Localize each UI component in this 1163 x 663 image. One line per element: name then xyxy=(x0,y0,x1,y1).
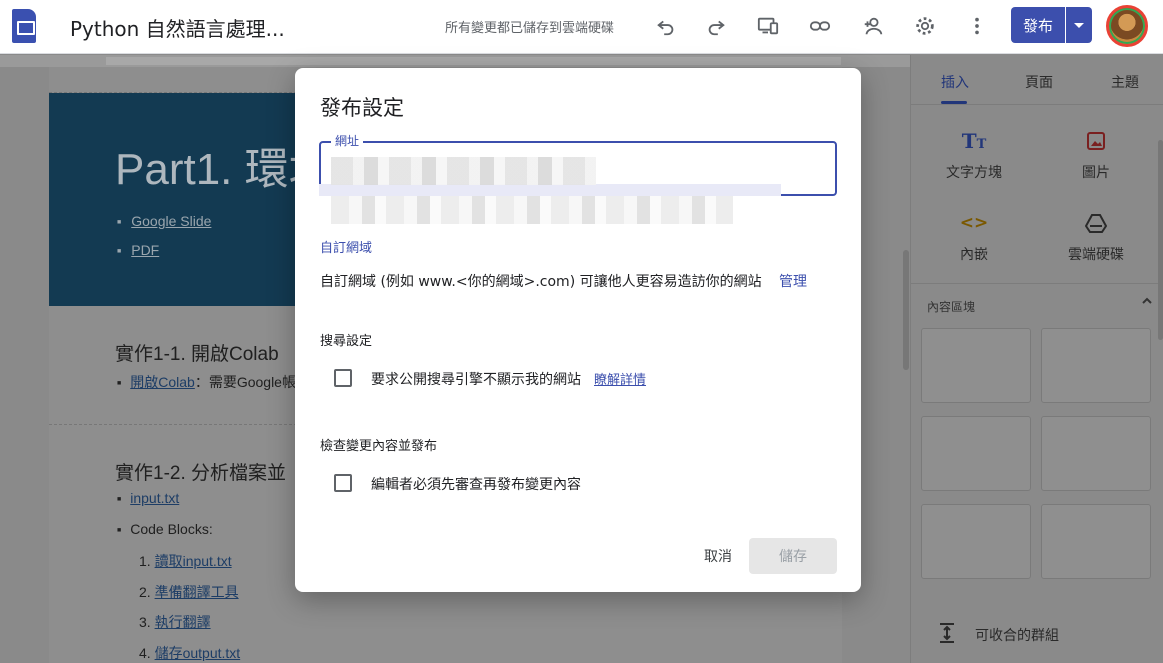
banner-link-list: Google Slide PDF xyxy=(117,213,211,271)
banner-link-google-slide[interactable]: Google Slide xyxy=(117,213,211,229)
save-button[interactable]: 儲存 xyxy=(749,538,837,574)
add-person-icon[interactable] xyxy=(858,11,888,41)
canvas-scrollbar[interactable] xyxy=(903,250,909,370)
layout-option[interactable] xyxy=(1041,328,1151,403)
step-number: 2. xyxy=(139,584,151,600)
layout-option[interactable] xyxy=(921,328,1031,403)
section1-item: ■ 開啟Colab：需要Google帳 xyxy=(117,374,296,390)
hide-from-search-label[interactable]: 要求公開搜尋引擎不顯示我的網站 xyxy=(371,369,581,389)
redo-icon[interactable] xyxy=(701,11,731,41)
link-icon[interactable] xyxy=(805,11,835,41)
active-tab-indicator xyxy=(941,101,967,104)
account-avatar[interactable] xyxy=(1106,5,1148,47)
url-selection-highlight xyxy=(319,184,781,196)
insert-collapsible-group[interactable]: 可收合的群組 xyxy=(911,617,1163,663)
tab-pages[interactable]: 頁面 xyxy=(1025,72,1053,92)
ruler-track xyxy=(106,57,841,65)
review-heading: 檢查變更內容並發布 xyxy=(320,439,438,454)
custom-domain-link[interactable]: 自訂網域 xyxy=(320,237,372,256)
document-title[interactable]: Python 自然語言處理... xyxy=(70,13,285,42)
text-box-icon: TT xyxy=(961,129,987,153)
open-colab-link[interactable]: 開啟Colab xyxy=(130,374,195,390)
step-link[interactable]: 儲存output.txt xyxy=(155,645,241,661)
top-app-bar: Python 自然語言處理... 所有變更都已儲存到雲端硬碟 發布 xyxy=(0,0,1163,54)
require-review-label[interactable]: 編輯者必須先審查再發布變更內容 xyxy=(371,474,581,494)
device-preview-icon[interactable] xyxy=(753,11,783,41)
save-status: 所有變更都已儲存到雲端硬碟 xyxy=(445,21,615,36)
sites-logo-icon[interactable] xyxy=(12,9,36,43)
right-sidebar: 插入 頁面 主題 TT 文字方塊 圖片 <> 內嵌 雲端硬碟 內容區塊 可收合的… xyxy=(910,55,1163,663)
search-settings-heading: 搜尋設定 xyxy=(320,334,373,349)
insert-image[interactable]: 圖片 xyxy=(1051,128,1141,182)
step-item: 1. 讀取input.txt xyxy=(139,551,232,571)
undo-icon[interactable] xyxy=(651,11,681,41)
section2-heading: 實作1-2. 分析檔案並 xyxy=(115,463,287,484)
url-value-redacted xyxy=(331,196,733,224)
step-number: 4. xyxy=(139,645,151,661)
gear-icon[interactable] xyxy=(910,11,940,41)
step-item: 2. 準備翻譯工具 xyxy=(139,582,239,602)
tool-label: 文字方塊 xyxy=(946,165,1002,181)
sidebar-divider xyxy=(911,283,1163,284)
step-link[interactable]: 讀取input.txt xyxy=(155,553,232,569)
step-number: 1. xyxy=(139,553,151,569)
hide-from-search-checkbox[interactable] xyxy=(334,369,352,387)
section1-heading: 實作1-1. 開啟Colab xyxy=(115,344,279,365)
layout-option[interactable] xyxy=(1041,504,1151,579)
step-item: 3. 執行翻譯 xyxy=(139,612,211,632)
insert-text-box[interactable]: TT 文字方塊 xyxy=(929,128,1019,182)
url-input-label: 網址 xyxy=(331,132,364,149)
step-link[interactable]: 準備翻譯工具 xyxy=(155,584,239,600)
publish-options-dropdown[interactable] xyxy=(1066,7,1092,43)
tool-label: 雲端硬碟 xyxy=(1068,247,1124,263)
url-value-redacted xyxy=(331,157,596,185)
sidebar-scrollbar[interactable] xyxy=(1158,140,1163,340)
insert-embed[interactable]: <> 內嵌 xyxy=(929,210,1019,264)
dialog-title: 發布設定 xyxy=(320,96,404,120)
content-blocks-heading: 內容區塊 xyxy=(927,300,976,314)
custom-domain-description: 自訂網域 (例如 www.<你的網域>.com) 可讓他人更容易造訪你的網站 xyxy=(320,274,762,290)
collapsible-group-label: 可收合的群組 xyxy=(975,628,1059,644)
tab-themes[interactable]: 主題 xyxy=(1111,72,1139,92)
manage-domain-link[interactable]: 管理 xyxy=(779,271,807,291)
layout-option[interactable] xyxy=(921,504,1031,579)
chevron-up-icon[interactable] xyxy=(1141,295,1153,307)
section2-codeblocks-item: ■ Code Blocks: xyxy=(117,521,213,537)
section1-item-text: ：需要Google帳 xyxy=(194,374,296,390)
require-review-checkbox[interactable] xyxy=(334,474,352,492)
tool-label: 圖片 xyxy=(1082,165,1110,181)
learn-more-link[interactable]: 瞭解詳情 xyxy=(594,369,646,388)
tool-label: 內嵌 xyxy=(960,247,988,263)
section2-file-item: ■ input.txt xyxy=(117,490,180,506)
cancel-button[interactable]: 取消 xyxy=(697,538,739,574)
publish-button[interactable]: 發布 xyxy=(1011,7,1065,43)
banner-link-pdf[interactable]: PDF xyxy=(117,242,211,258)
insert-drive[interactable]: 雲端硬碟 xyxy=(1051,210,1141,264)
tab-insert[interactable]: 插入 xyxy=(941,72,969,92)
input-txt-link[interactable]: input.txt xyxy=(130,490,179,506)
layout-option[interactable] xyxy=(1041,416,1151,491)
layout-option[interactable] xyxy=(921,416,1031,491)
image-icon xyxy=(1051,128,1141,154)
codeblocks-label: Code Blocks: xyxy=(130,521,213,537)
drive-icon xyxy=(1051,210,1141,236)
sidebar-tabs: 插入 頁面 主題 xyxy=(911,55,1163,105)
step-link[interactable]: 執行翻譯 xyxy=(155,614,211,630)
step-item: 4. 儲存output.txt xyxy=(139,643,240,663)
step-number: 3. xyxy=(139,614,151,630)
more-vertical-icon[interactable] xyxy=(962,11,992,41)
embed-code-icon: <> xyxy=(959,213,989,233)
publish-settings-dialog: 發布設定 網址 自訂網域 自訂網域 (例如 www.<你的網域>.com) 可讓… xyxy=(295,68,861,592)
collapsible-group-icon xyxy=(940,623,954,643)
